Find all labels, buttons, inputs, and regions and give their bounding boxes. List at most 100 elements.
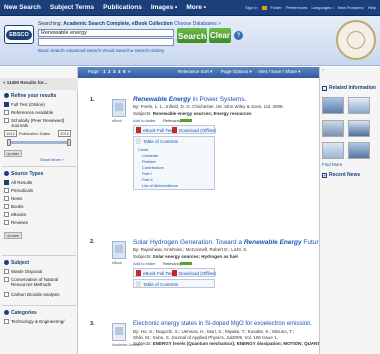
related-image-2[interactable]	[348, 97, 370, 114]
journal-icon[interactable]	[112, 323, 126, 341]
result-1-download[interactable]: Download (Offline)	[172, 127, 216, 133]
related-image-4[interactable]	[348, 120, 370, 137]
find-more-link[interactable]: Find More	[322, 162, 342, 167]
checkbox-icon[interactable]	[4, 180, 9, 185]
related-image-6[interactable]	[348, 142, 370, 159]
subject-carbon-dioxide[interactable]: Carbon Dioxide analysis	[4, 292, 60, 297]
result-1-add-folder[interactable]: Add to folder	[133, 118, 156, 123]
nav-publications[interactable]: Publications	[103, 4, 142, 11]
checkbox-icon[interactable]	[4, 269, 9, 274]
show-more-link[interactable]: Show More »	[40, 157, 64, 162]
year-to-input[interactable]: 2012	[58, 130, 71, 137]
source-type-label: Books	[11, 204, 24, 209]
recent-news-title[interactable]: + Recent News	[322, 172, 360, 178]
limiter-full-text[interactable]: Full Text (Online)	[4, 102, 45, 107]
checkbox-icon[interactable]	[4, 196, 9, 201]
nav-more[interactable]: More •	[186, 4, 206, 11]
page-5-link[interactable]: 5	[123, 69, 126, 74]
toc-item[interactable]: Part I	[142, 171, 152, 176]
update-button[interactable]: Update	[4, 150, 22, 157]
checkbox-icon[interactable]	[4, 118, 9, 123]
checkbox-icon[interactable]	[4, 319, 9, 324]
toc-item[interactable]: Contributors	[142, 165, 164, 170]
page-3-link[interactable]: 3	[113, 69, 116, 74]
checkbox-icon[interactable]	[4, 102, 9, 107]
nav-images[interactable]: Images •	[151, 4, 177, 11]
search-mode-links[interactable]: Basic Search Advanced Search Visual Sear…	[38, 48, 164, 54]
limiter-scholarly[interactable]: Scholarly (Peer Reviewed) Journals	[4, 118, 64, 128]
related-image-3[interactable]	[322, 120, 344, 137]
toc-item[interactable]: Part II	[142, 177, 153, 182]
collapse-right-icon[interactable]: »	[322, 67, 324, 72]
source-type-reviews[interactable]: Reviews	[4, 220, 28, 225]
source-types-title[interactable]: Source Types	[4, 171, 43, 177]
result-2-add-folder[interactable]: Add to folder	[133, 261, 156, 266]
slider-thumb-left[interactable]	[7, 139, 11, 146]
result-2-title[interactable]: Solar Hydrogen Generation: Toward a Rene…	[133, 239, 324, 246]
year-from-input[interactable]: 1912	[4, 130, 17, 137]
page-options-dropdown[interactable]: Page Options ▾	[221, 69, 252, 75]
source-type-all[interactable]: All Results	[4, 180, 32, 185]
alert-save-share-dropdown[interactable]: Alert / Save / Share ▾	[258, 69, 301, 75]
category-technology[interactable]: Technology & Engineering/	[4, 319, 65, 324]
subject-waste-disposal[interactable]: Waste Disposal	[4, 269, 42, 274]
languages-link[interactable]: Languages •	[311, 5, 333, 10]
relevance-sort-dropdown[interactable]: Relevance Sort ▾	[178, 69, 212, 75]
toc-item[interactable]: Preface	[142, 159, 156, 164]
limiter-references[interactable]: References Available	[4, 110, 53, 115]
slider-thumb-right[interactable]	[67, 139, 71, 146]
ebsco-logo[interactable]: EBSCO	[4, 25, 34, 44]
source-type-label: News	[11, 196, 23, 201]
help-link[interactable]: Help	[368, 5, 376, 10]
checkbox-icon[interactable]	[4, 277, 9, 282]
checkbox-icon[interactable]	[4, 212, 9, 217]
clear-button[interactable]: Clear	[209, 28, 231, 43]
checkbox-icon[interactable]	[4, 220, 9, 225]
preferences-link[interactable]: Preferences	[286, 5, 308, 10]
choose-databases-link[interactable]: Choose Databases »	[174, 21, 221, 27]
source-type-books[interactable]: Books	[4, 204, 24, 209]
result-2-download[interactable]: Download (Offline)	[172, 270, 216, 276]
toc-item[interactable]: Cover	[138, 147, 149, 152]
sign-in-link[interactable]: Sign In	[245, 5, 257, 10]
toc-item[interactable]: List of Abbreviations	[142, 183, 178, 188]
toc-item[interactable]: Contents	[142, 153, 158, 158]
ebook-icon[interactable]	[112, 99, 126, 117]
subject-title[interactable]: Subject	[4, 260, 29, 266]
nav-new-search[interactable]: New Search	[4, 4, 41, 11]
page-1-link[interactable]: 1	[103, 69, 106, 74]
refine-title[interactable]: Refine your results	[4, 93, 56, 99]
checkbox-icon[interactable]	[4, 204, 9, 209]
page-4-link[interactable]: 4	[118, 69, 121, 74]
related-information-title[interactable]: - Related Information	[322, 85, 376, 91]
search-input[interactable]: Renewable energy	[38, 29, 174, 37]
search-button[interactable]: Search	[177, 28, 207, 43]
ebook-icon[interactable]	[112, 241, 126, 259]
update-source-button[interactable]: Update	[4, 232, 22, 239]
help-icon[interactable]: ?	[234, 31, 243, 40]
result-1-title[interactable]: Renewable Energy in Power Systems.	[133, 96, 246, 103]
checkbox-icon[interactable]	[4, 110, 9, 115]
result-3-title[interactable]: Electronic energy states in Si-doped MgO…	[133, 321, 312, 327]
result-1-toc[interactable]: Table of Contents	[136, 138, 178, 144]
search-input-secondary[interactable]	[38, 38, 174, 46]
categories-title[interactable]: Categories	[4, 310, 37, 316]
source-type-news[interactable]: News	[4, 196, 22, 201]
result-2-toc[interactable]: Table of Contents	[136, 281, 178, 287]
source-type-periodicals[interactable]: Periodicals	[4, 188, 33, 193]
folder-link[interactable]: Folder	[271, 5, 282, 10]
source-type-ebooks[interactable]: eBooks	[4, 212, 26, 217]
page-next-link[interactable]: »	[128, 69, 131, 74]
nav-subject-terms[interactable]: Subject Terms	[50, 4, 94, 11]
subject-conservation[interactable]: Conservation of Natural Resources Methods	[4, 277, 58, 287]
checkbox-icon[interactable]	[4, 188, 9, 193]
date-slider[interactable]	[7, 139, 71, 146]
page-2-link[interactable]: 2	[108, 69, 111, 74]
checkbox-icon[interactable]	[4, 292, 9, 297]
related-image-5[interactable]	[322, 142, 344, 159]
result-1-ebook-full-text[interactable]: eBook Full Text	[136, 127, 174, 133]
new-features-link[interactable]: New Features!	[338, 5, 364, 10]
result-2-ebook-full-text[interactable]: eBook Full Text	[136, 270, 174, 276]
related-image-1[interactable]	[322, 97, 344, 114]
folder-icon[interactable]	[261, 5, 267, 10]
